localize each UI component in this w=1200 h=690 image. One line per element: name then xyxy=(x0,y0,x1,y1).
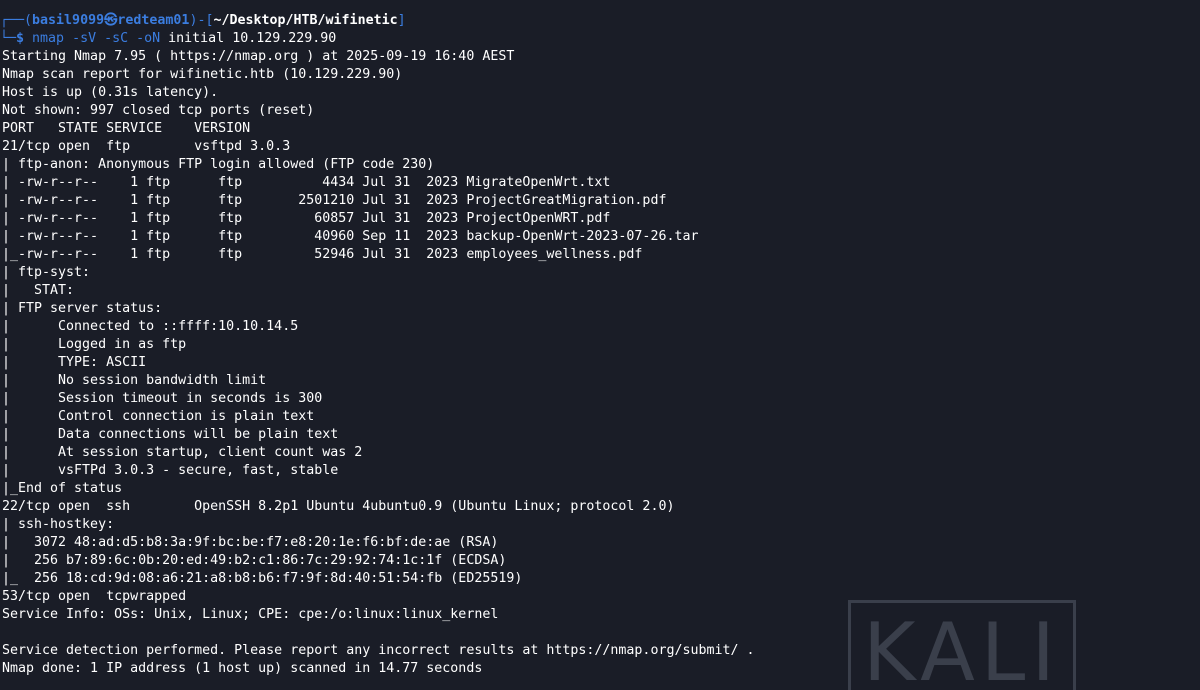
output-line: | Connected to ::ffff:10.10.14.5 xyxy=(2,319,299,334)
output-line: | No session bandwidth limit xyxy=(2,373,267,388)
prompt-user-host: basil9099㉿redteam01 xyxy=(32,13,190,28)
prompt-dollar: $ xyxy=(16,31,33,46)
prompt-frame-close: ] xyxy=(397,13,406,28)
output-line: | ftp-syst: xyxy=(2,265,91,280)
output-line: | -rw-r--r-- 1 ftp ftp 40960 Sep 11 2023… xyxy=(2,229,699,244)
output-line: | -rw-r--r-- 1 ftp ftp 60857 Jul 31 2023… xyxy=(2,211,611,226)
output-line: 21/tcp open ftp vsftpd 3.0.3 xyxy=(2,139,291,154)
output-line: | At session startup, client count was 2 xyxy=(2,445,363,460)
output-line: | Control connection is plain text xyxy=(2,409,315,424)
output-line: | STAT: xyxy=(2,283,75,298)
terminal-window[interactable]: ┌──(basil9099㉿redteam01)-[~/Desktop/HTB/… xyxy=(0,0,1200,690)
output-line: Nmap done: 1 IP address (1 host up) scan… xyxy=(2,661,483,676)
output-line: Starting Nmap 7.95 ( https://nmap.org ) … xyxy=(2,49,515,64)
prompt-path: ~/Desktop/HTB/wifinetic xyxy=(213,13,398,28)
output-line: Service detection performed. Please repo… xyxy=(2,643,755,658)
prompt-header-line: ┌──(basil9099㉿redteam01)-[~/Desktop/HTB/… xyxy=(0,12,406,30)
command-line: └─$ nmap -sV -sC -oN initial 10.129.229.… xyxy=(0,30,336,48)
output-line: | FTP server status: xyxy=(2,301,163,316)
output-line: Not shown: 997 closed tcp ports (reset) xyxy=(2,103,315,118)
output-line: | ssh-hostkey: xyxy=(2,517,115,532)
prompt-frame-bottom: └─ xyxy=(0,31,17,46)
output-line: | Data connections will be plain text xyxy=(2,427,339,442)
output-line: Service Info: OSs: Unix, Linux; CPE: cpe… xyxy=(2,607,499,622)
command-flags: -sV -sC -oN xyxy=(64,31,161,46)
output-line: | 256 b7:89:6c:0b:20:ed:49:b2:c1:86:7c:2… xyxy=(2,553,507,568)
output-line: | -rw-r--r-- 1 ftp ftp 2501210 Jul 31 20… xyxy=(2,193,667,208)
output-line: 53/tcp open tcpwrapped xyxy=(2,589,187,604)
output-line: | TYPE: ASCII xyxy=(2,355,147,370)
output-line: Nmap scan report for wifinetic.htb (10.1… xyxy=(2,67,403,82)
command-name: nmap xyxy=(32,31,65,46)
output-line: | Session timeout in seconds is 300 xyxy=(2,391,323,406)
output-line: PORT STATE SERVICE VERSION xyxy=(2,121,251,136)
output-line: | vsFTPd 3.0.3 - secure, fast, stable xyxy=(2,463,339,478)
output-line: 22/tcp open ssh OpenSSH 8.2p1 Ubuntu 4ub… xyxy=(2,499,675,514)
prompt-frame-open: ┌──( xyxy=(0,13,33,28)
output-line: Host is up (0.31s latency). xyxy=(2,85,219,100)
output-line: | Logged in as ftp xyxy=(2,337,187,352)
output-line: | 3072 48:ad:d5:b8:3a:9f:bc:be:f7:e8:20:… xyxy=(2,535,499,550)
prompt-frame-mid: )-[ xyxy=(189,13,214,28)
output-line: |_End of status xyxy=(2,481,123,496)
output-line: |_-rw-r--r-- 1 ftp ftp 52946 Jul 31 2023… xyxy=(2,247,643,262)
command-args: initial 10.129.229.90 xyxy=(160,31,337,46)
output-line: |_ 256 18:cd:9d:08:a6:21:a8:b8:b6:f7:9f:… xyxy=(2,571,523,586)
output-line: | ftp-anon: Anonymous FTP login allowed … xyxy=(2,157,435,172)
output-line: | -rw-r--r-- 1 ftp ftp 4434 Jul 31 2023 … xyxy=(2,175,611,190)
